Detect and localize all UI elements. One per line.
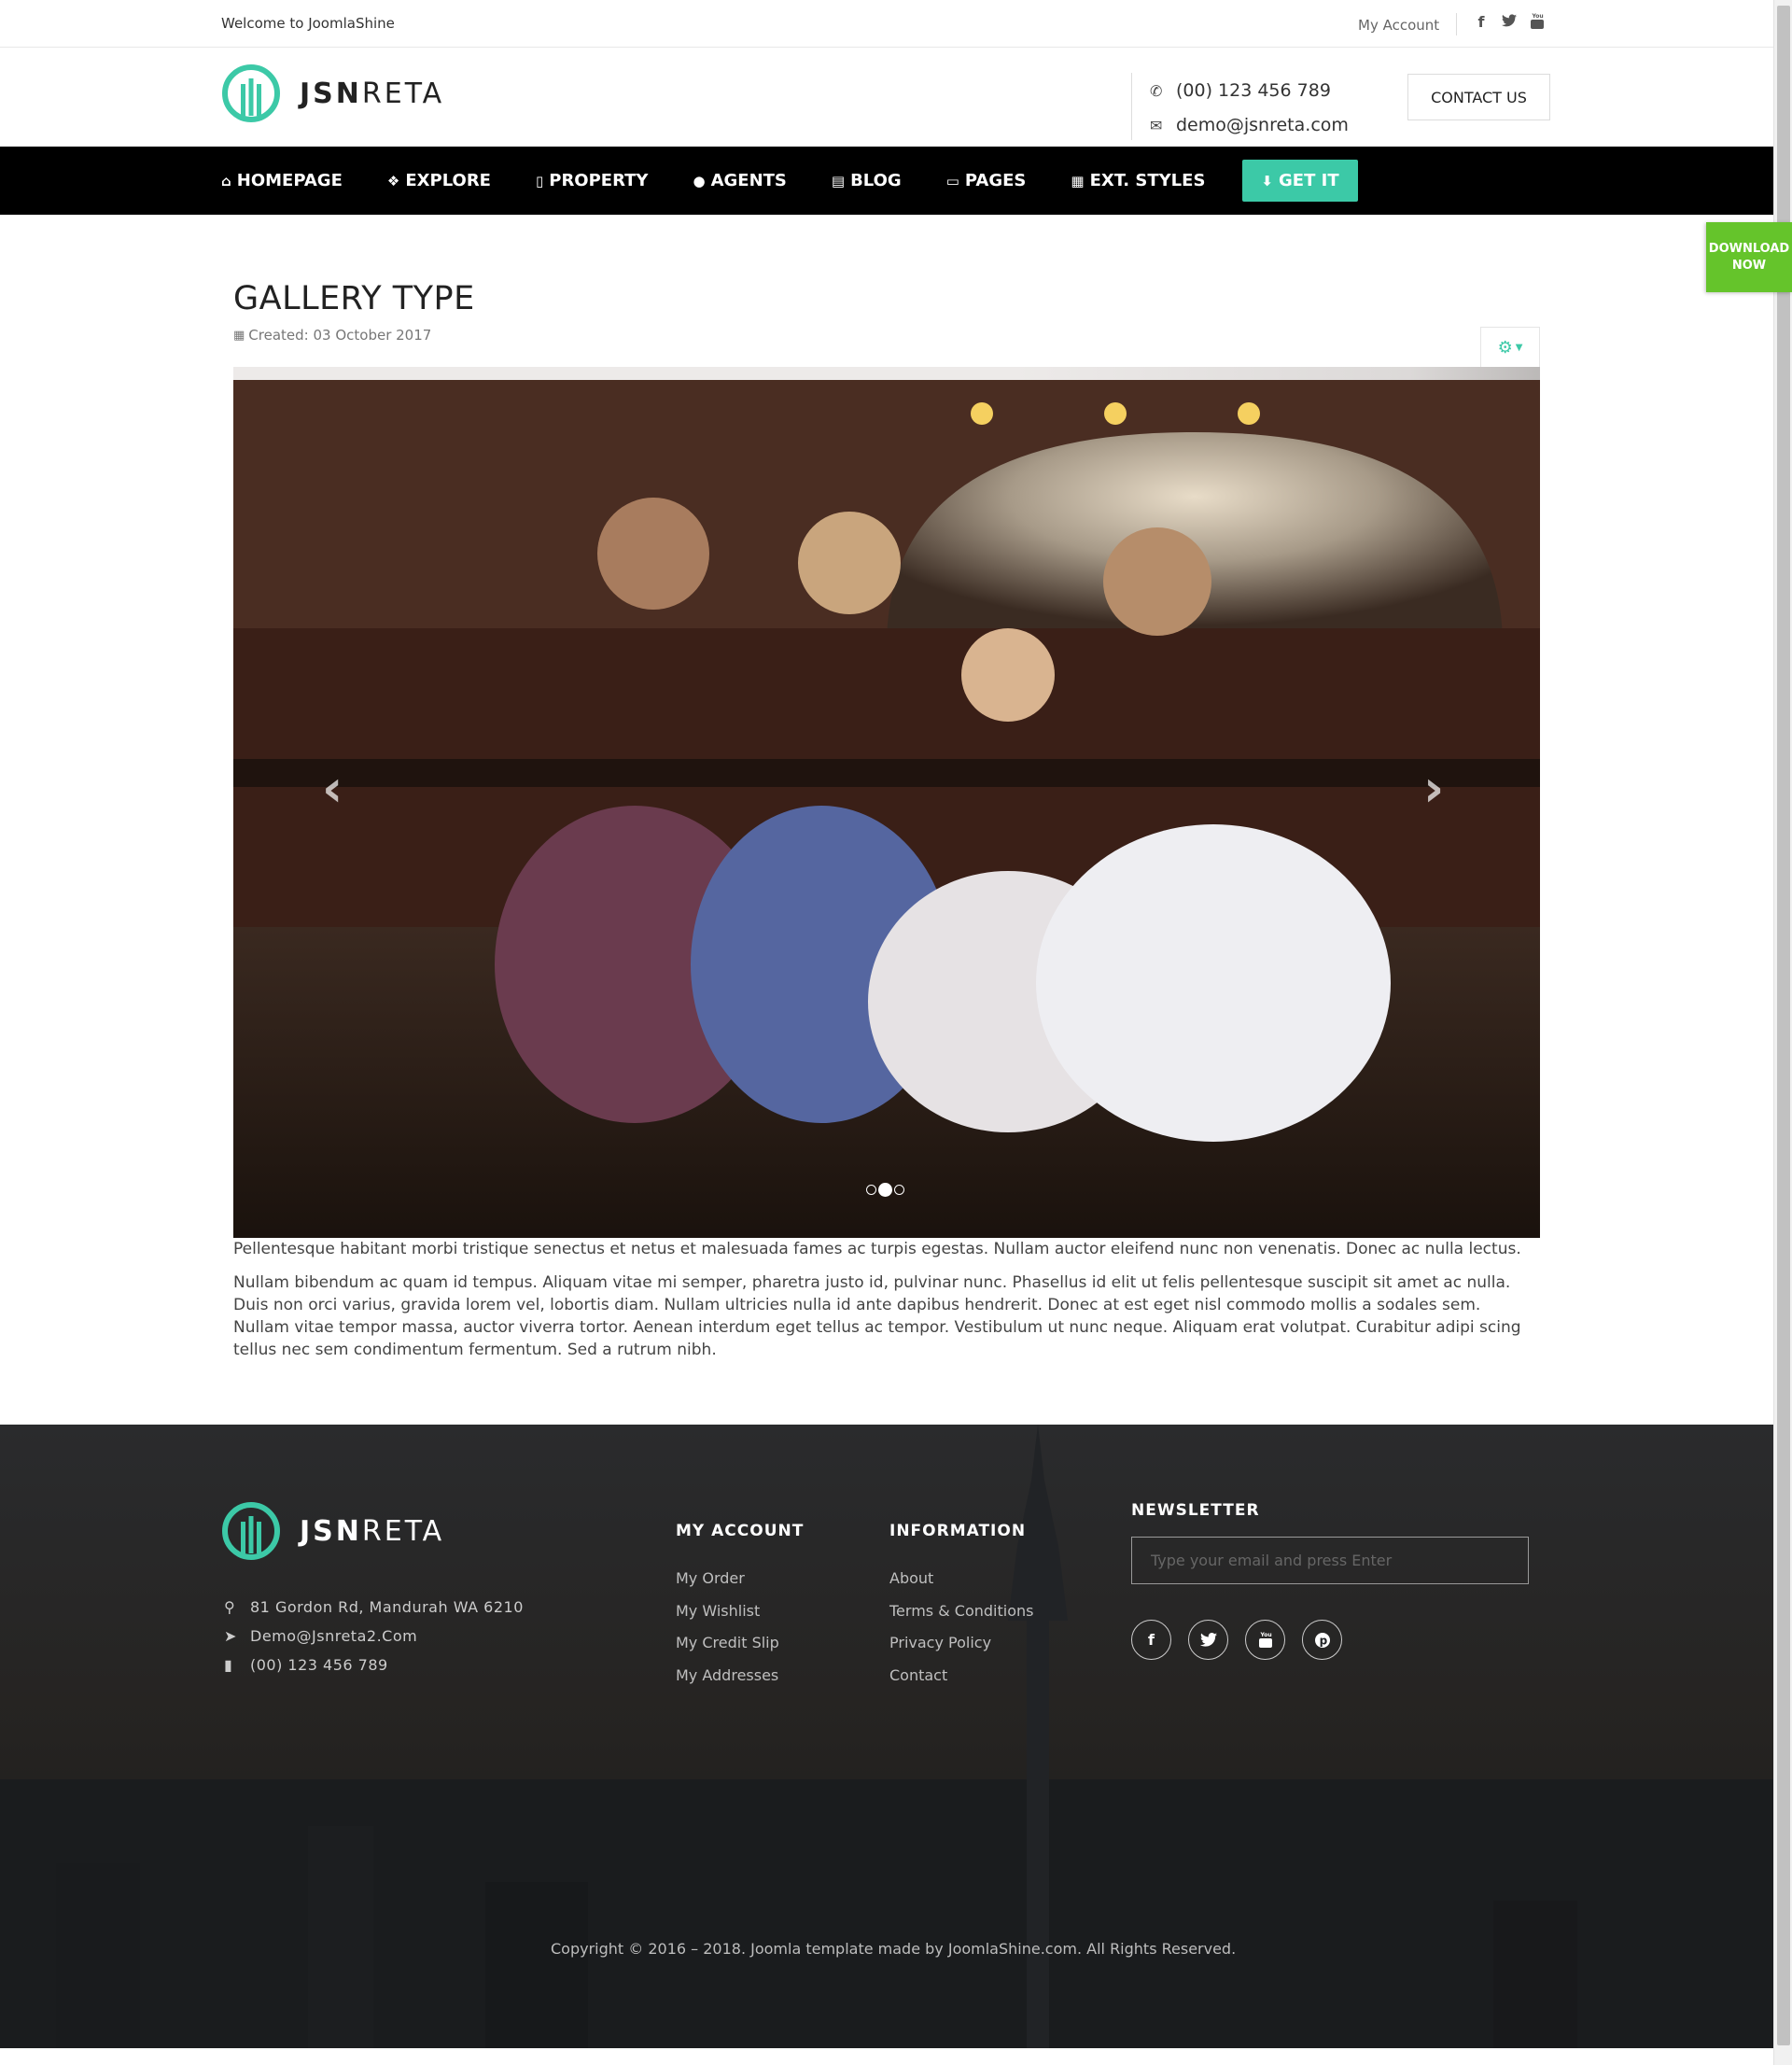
building-icon: ▮ — [224, 1656, 233, 1674]
top-social-links: f You — [1473, 13, 1546, 34]
user-icon: ● — [693, 172, 706, 190]
logo-mark-icon — [222, 64, 280, 122]
facebook-icon[interactable]: f — [1473, 13, 1490, 34]
copyright-text: Copyright © 2016 – 2018. Joomla template… — [551, 1940, 1237, 1958]
download-now-badge[interactable]: DOWNLOAD NOW — [1706, 222, 1792, 292]
footer-social-links: f You p — [1131, 1620, 1529, 1660]
footer-link-privacy[interactable]: Privacy Policy — [889, 1627, 1033, 1660]
carousel-dot-active[interactable] — [878, 1183, 892, 1197]
footer-heading: MY ACCOUNT — [676, 1522, 805, 1540]
carousel-next-chevron-icon[interactable]: › — [1423, 759, 1444, 818]
carousel-prev-chevron-icon[interactable]: ‹ — [322, 759, 343, 818]
youtube-icon[interactable]: You — [1245, 1620, 1285, 1660]
paper-plane-icon: ➤ — [224, 1627, 237, 1645]
facebook-icon[interactable]: f — [1131, 1620, 1171, 1660]
gallery-carousel[interactable]: ‹ › — [233, 367, 1540, 1238]
contact-us-button[interactable]: CONTACT US — [1407, 74, 1550, 120]
footer-information: INFORMATION About Terms & Conditions Pri… — [889, 1522, 1033, 1692]
envelope-icon: ✉ — [1150, 117, 1163, 134]
scrollbar[interactable] — [1773, 0, 1792, 2065]
file-icon: ▭ — [945, 172, 959, 190]
logo-text: JSNRETA — [300, 77, 445, 110]
footer-link-my-addresses[interactable]: My Addresses — [676, 1660, 804, 1693]
my-account-link[interactable]: My Account — [1358, 17, 1439, 34]
footer-my-account: MY ACCOUNT My Order My Wishlist My Credi… — [676, 1522, 804, 1692]
phone-number: (00) 123 456 789 — [1176, 80, 1331, 101]
carousel-dot[interactable] — [866, 1185, 876, 1195]
gallery-top-fade — [233, 367, 1540, 380]
svg-text:You: You — [1532, 13, 1544, 20]
contact-info: ✆ (00) 123 456 789 ✉ demo@jsnreta.com — [1150, 74, 1349, 143]
nav-item-property[interactable]: ▯ PROPERTY — [536, 171, 648, 190]
svg-text:p: p — [1319, 1634, 1327, 1647]
newsletter-email-input[interactable] — [1131, 1537, 1529, 1584]
newspaper-icon: ▤ — [831, 172, 846, 190]
phone-icon: ✆ — [1150, 82, 1163, 100]
calendar-icon: ▦ — [233, 328, 245, 343]
home-icon: ⌂ — [221, 172, 231, 190]
get-it-button[interactable]: ⬇ GET IT — [1242, 160, 1358, 202]
building-icon: ▯ — [535, 172, 544, 190]
youtube-icon[interactable]: You — [1529, 13, 1546, 34]
map-marker-icon: ⚲ — [224, 1598, 236, 1616]
site-logo[interactable]: JSNRETA — [221, 63, 444, 123]
gear-icon: ⚙ — [1497, 338, 1513, 358]
svg-text:You: You — [1259, 1632, 1271, 1638]
scrollbar-thumb[interactable] — [1777, 6, 1790, 2045]
email-address[interactable]: demo@jsnreta.com — [1176, 108, 1349, 143]
cubes-icon: ❖ — [386, 172, 400, 190]
article-body: Pellentesque habitant morbi tristique se… — [233, 1238, 1540, 1372]
footer-link-my-credit-slip[interactable]: My Credit Slip — [676, 1627, 804, 1660]
pinterest-icon[interactable]: p — [1302, 1620, 1342, 1660]
main-nav: ⌂ HOMEPAGE ❖ EXPLORE ▯ PROPERTY ● AGENTS ▤ BL… — [0, 147, 1773, 215]
page: Welcome to JoomlaShine My Account f You … — [0, 0, 1773, 2048]
footer-logo[interactable]: JSNRETA — [221, 1501, 444, 1561]
footer-contact: ⚲ 81 Gordon Rd, Mandurah WA 6210 ➤ Demo@Js… — [224, 1593, 524, 1679]
logo-text: JSNRETA — [300, 1514, 445, 1548]
carousel-dot[interactable] — [894, 1185, 904, 1195]
welcome-text: Welcome to JoomlaShine — [221, 15, 395, 32]
carousel-indicators — [866, 1183, 904, 1197]
logo-mark-icon — [222, 1502, 280, 1560]
nav-item-pages[interactable]: ▭ PAGES — [946, 171, 1027, 190]
nav-item-explore[interactable]: ❖ EXPLORE — [387, 171, 491, 190]
caret-down-icon: ▼ — [1515, 343, 1523, 353]
footer-phone: (00) 123 456 789 — [250, 1656, 388, 1674]
footer-heading: INFORMATION — [889, 1522, 1027, 1540]
footer-newsletter: NEWSLETTER f You p — [1131, 1501, 1529, 1660]
article-paragraph: Pellentesque habitant morbi tristique se… — [233, 1240, 1521, 1258]
twitter-icon[interactable] — [1188, 1620, 1228, 1660]
divider — [1131, 73, 1132, 140]
gallery-photo — [233, 367, 1540, 1238]
nav-item-blog[interactable]: ▤ BLOG — [832, 171, 902, 190]
footer-link-terms[interactable]: Terms & Conditions — [889, 1595, 1033, 1628]
nav-item-homepage[interactable]: ⌂ HOMEPAGE — [221, 171, 343, 190]
page-title: GALLERY TYPE — [233, 280, 475, 317]
divider — [1456, 13, 1457, 35]
footer-link-contact[interactable]: Contact — [889, 1660, 1033, 1693]
download-icon: ⬇ — [1261, 172, 1273, 190]
qrcode-icon: ▦ — [1071, 172, 1085, 190]
article-tools-button[interactable]: ⚙ ▼ — [1480, 327, 1540, 369]
nav-item-ext-styles[interactable]: ▦ EXT. STYLES — [1071, 171, 1205, 190]
top-bar: Welcome to JoomlaShine My Account f You — [0, 0, 1773, 48]
header: JSNRETA ✆ (00) 123 456 789 ✉ demo@jsnreta.… — [0, 48, 1773, 147]
footer: JSNRETA ⚲ 81 Gordon Rd, Mandurah WA 6210 … — [0, 1425, 1773, 2048]
footer-link-my-wishlist[interactable]: My Wishlist — [676, 1595, 804, 1628]
article-paragraph: Nullam bibendum ac quam id tempus. Aliqu… — [233, 1273, 1521, 1359]
footer-heading: NEWSLETTER — [1131, 1501, 1260, 1520]
footer-address: 81 Gordon Rd, Mandurah WA 6210 — [250, 1598, 524, 1616]
footer-email[interactable]: Demo@Jsnreta2.Com — [250, 1627, 417, 1645]
footer-link-my-order[interactable]: My Order — [676, 1563, 804, 1595]
article: GALLERY TYPE ▦ Created: 03 October 2017 ⚙… — [233, 280, 1540, 1359]
twitter-icon[interactable] — [1501, 13, 1518, 34]
created-date: ▦ Created: 03 October 2017 — [233, 327, 432, 344]
nav-item-agents[interactable]: ● AGENTS — [693, 171, 786, 190]
footer-link-about[interactable]: About — [889, 1563, 1033, 1595]
